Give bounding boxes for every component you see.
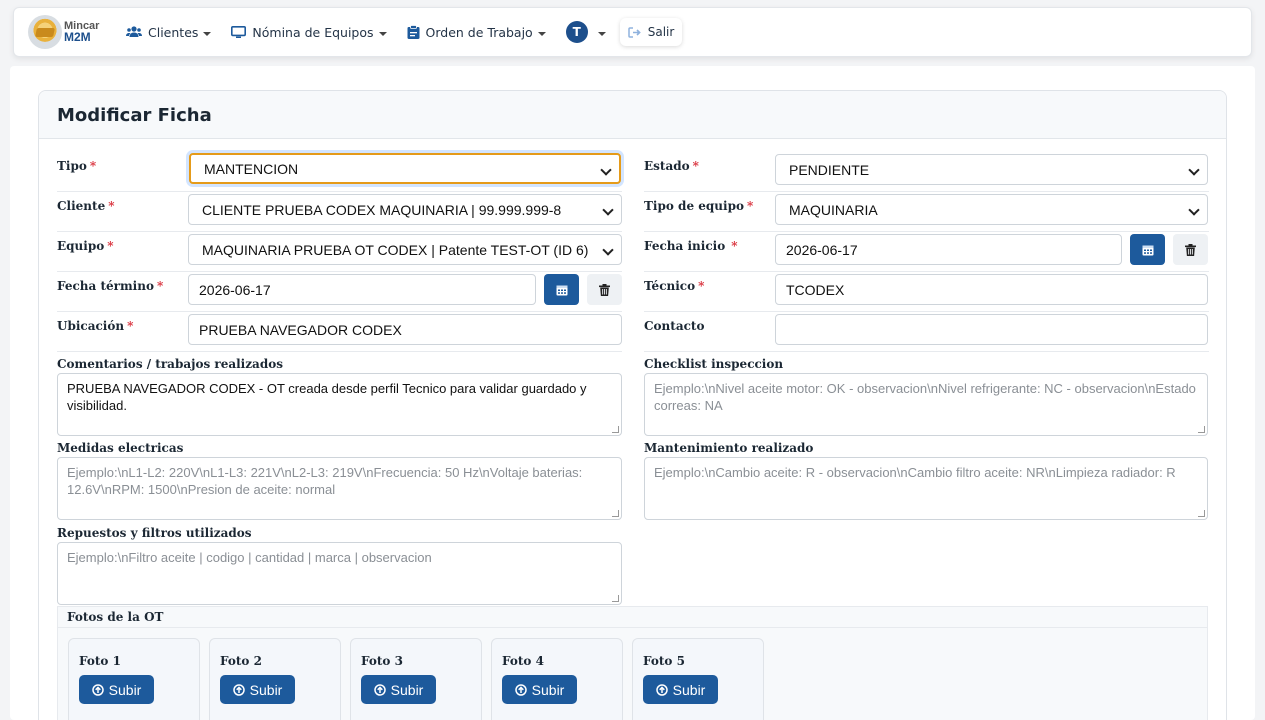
row-divider xyxy=(57,271,622,272)
photo-slot: Foto 5 Subir xyxy=(632,638,764,720)
upload-icon xyxy=(232,683,245,696)
calendar-icon xyxy=(556,285,567,295)
tecnico-input[interactable]: TCODEX xyxy=(775,274,1208,305)
fecha-inicio-clear-button[interactable] xyxy=(1173,234,1208,265)
trash-icon xyxy=(599,283,610,296)
fecha-termino-clear-button[interactable] xyxy=(587,274,622,305)
monitor-icon xyxy=(231,25,247,38)
contacto-label: Contacto xyxy=(644,319,705,333)
trash-icon xyxy=(1185,243,1196,256)
contacto-input[interactable] xyxy=(775,314,1208,345)
users-icon xyxy=(126,26,142,37)
chevron-down-icon xyxy=(203,31,212,36)
nav-equipment[interactable]: Nómina de Equipos xyxy=(225,17,392,47)
upload-button[interactable]: Subir xyxy=(643,675,718,704)
estado-select[interactable]: PENDIENTE xyxy=(775,154,1208,185)
checklist-label: Checklist inspeccion xyxy=(644,357,784,371)
photo-label: Foto 5 xyxy=(643,654,685,668)
estado-label: Estado * xyxy=(644,159,699,173)
page-container: Modificar Ficha Tipo * MANTENCION Estado *… xyxy=(10,66,1255,720)
row-divider xyxy=(644,191,1209,192)
tecnico-label: Técnico * xyxy=(644,279,705,293)
medidas-label: Medidas electricas xyxy=(57,441,184,455)
tipo-equipo-label: Tipo de equipo * xyxy=(644,199,754,213)
photo-label: Foto 1 xyxy=(79,654,121,668)
comentarios-label: Comentarios / trabajos realizados xyxy=(57,357,283,371)
photo-label: Foto 4 xyxy=(502,654,544,668)
page-title: Modificar Ficha xyxy=(57,105,212,126)
upload-button[interactable]: Subir xyxy=(361,675,436,704)
tipo-equipo-select[interactable]: MAQUINARIA xyxy=(775,194,1208,225)
avatar: T xyxy=(565,21,588,43)
repuestos-textarea[interactable]: Ejemplo:\nFiltro aceite | codigo | canti… xyxy=(57,542,622,605)
logout-icon xyxy=(627,26,641,38)
fecha-inicio-calendar-button[interactable] xyxy=(1130,234,1165,265)
row-divider xyxy=(644,231,1209,232)
card-header: Modificar Ficha xyxy=(39,91,1226,139)
checklist-textarea[interactable]: Ejemplo:\nNivel aceite motor: OK - obser… xyxy=(644,373,1208,436)
row-divider xyxy=(57,231,622,232)
logout-button[interactable]: Salir xyxy=(619,18,683,46)
clipboard-icon xyxy=(407,25,420,39)
equipo-label: Equipo * xyxy=(57,239,114,253)
nav-clients[interactable]: Clientes xyxy=(120,17,217,47)
mantenimiento-label: Mantenimiento realizado xyxy=(644,441,814,455)
medidas-textarea[interactable]: Ejemplo:\nL1-L2: 220V\nL1-L3: 221V\nL2-L… xyxy=(57,457,622,520)
upload-icon xyxy=(655,683,668,696)
fecha-inicio-input[interactable]: 2026-06-17 xyxy=(775,234,1122,265)
photo-slot: Foto 1 Subir xyxy=(68,638,200,720)
upload-icon xyxy=(91,683,104,696)
comentarios-textarea[interactable]: PRUEBA NAVEGADOR CODEX - OT creada desde… xyxy=(57,373,622,436)
row-divider xyxy=(57,351,622,352)
logout-label: Salir xyxy=(647,25,675,39)
calendar-icon xyxy=(1142,245,1153,255)
mantenimiento-textarea[interactable]: Ejemplo:\nCambio aceite: R - observacion… xyxy=(644,457,1208,520)
upload-button[interactable]: Subir xyxy=(220,675,295,704)
row-divider xyxy=(57,311,622,312)
photo-slot: Foto 3 Subir xyxy=(350,638,482,720)
photo-slot: Foto 4 Subir xyxy=(491,638,623,720)
repuestos-label: Repuestos y filtros utilizados xyxy=(57,526,252,540)
upload-button[interactable]: Subir xyxy=(79,675,154,704)
brand-line2: M2M xyxy=(64,30,91,44)
logo-mark-icon xyxy=(28,15,62,49)
photo-slot: Foto 2 Subir xyxy=(209,638,341,720)
fecha-termino-label: Fecha término * xyxy=(57,279,164,293)
fecha-inicio-label: Fecha inicio * xyxy=(644,239,738,253)
upload-icon xyxy=(373,683,386,696)
ubicacion-label: Ubicación * xyxy=(57,319,134,333)
tipo-label: Tipo * xyxy=(57,159,97,173)
photo-label: Foto 3 xyxy=(361,654,403,668)
row-divider xyxy=(57,191,622,192)
equipo-select[interactable]: MAQUINARIA PRUEBA OT CODEX | Patente TES… xyxy=(188,234,622,265)
nav-work-order-label: Orden de Trabajo xyxy=(425,24,533,40)
tipo-select[interactable]: MANTENCION xyxy=(189,153,621,184)
upload-button[interactable]: Subir xyxy=(502,675,577,704)
nav-clients-label: Clientes xyxy=(148,24,199,40)
photo-label: Foto 2 xyxy=(220,654,262,668)
form-card: Modificar Ficha Tipo * MANTENCION Estado *… xyxy=(38,90,1227,720)
chevron-down-icon xyxy=(378,31,387,36)
row-divider xyxy=(644,351,1209,352)
fecha-termino-calendar-button[interactable] xyxy=(544,274,579,305)
chevron-down-icon xyxy=(537,31,546,36)
photos-title: Fotos de la OT xyxy=(58,607,1207,628)
row-divider xyxy=(644,311,1209,312)
chevron-down-icon xyxy=(597,31,606,36)
cliente-select[interactable]: CLIENTE PRUEBA CODEX MAQUINARIA | 99.999… xyxy=(188,194,622,225)
row-divider xyxy=(644,271,1209,272)
navbar: Mincar M2M Clientes Nómina de Equipos Or… xyxy=(13,7,1252,57)
nav-work-order[interactable]: Orden de Trabajo xyxy=(401,17,552,47)
upload-icon xyxy=(514,683,527,696)
cliente-label: Cliente * xyxy=(57,199,115,213)
brand-logo[interactable]: Mincar M2M xyxy=(28,15,120,49)
ubicacion-input[interactable]: PRUEBA NAVEGADOR CODEX xyxy=(188,314,622,345)
fecha-termino-input[interactable]: 2026-06-17 xyxy=(188,274,536,305)
user-menu[interactable]: T xyxy=(560,17,612,47)
nav-equipment-label: Nómina de Equipos xyxy=(252,24,374,40)
photos-section: Fotos de la OT Foto 1 Subir Foto 2 Subir… xyxy=(57,606,1208,720)
